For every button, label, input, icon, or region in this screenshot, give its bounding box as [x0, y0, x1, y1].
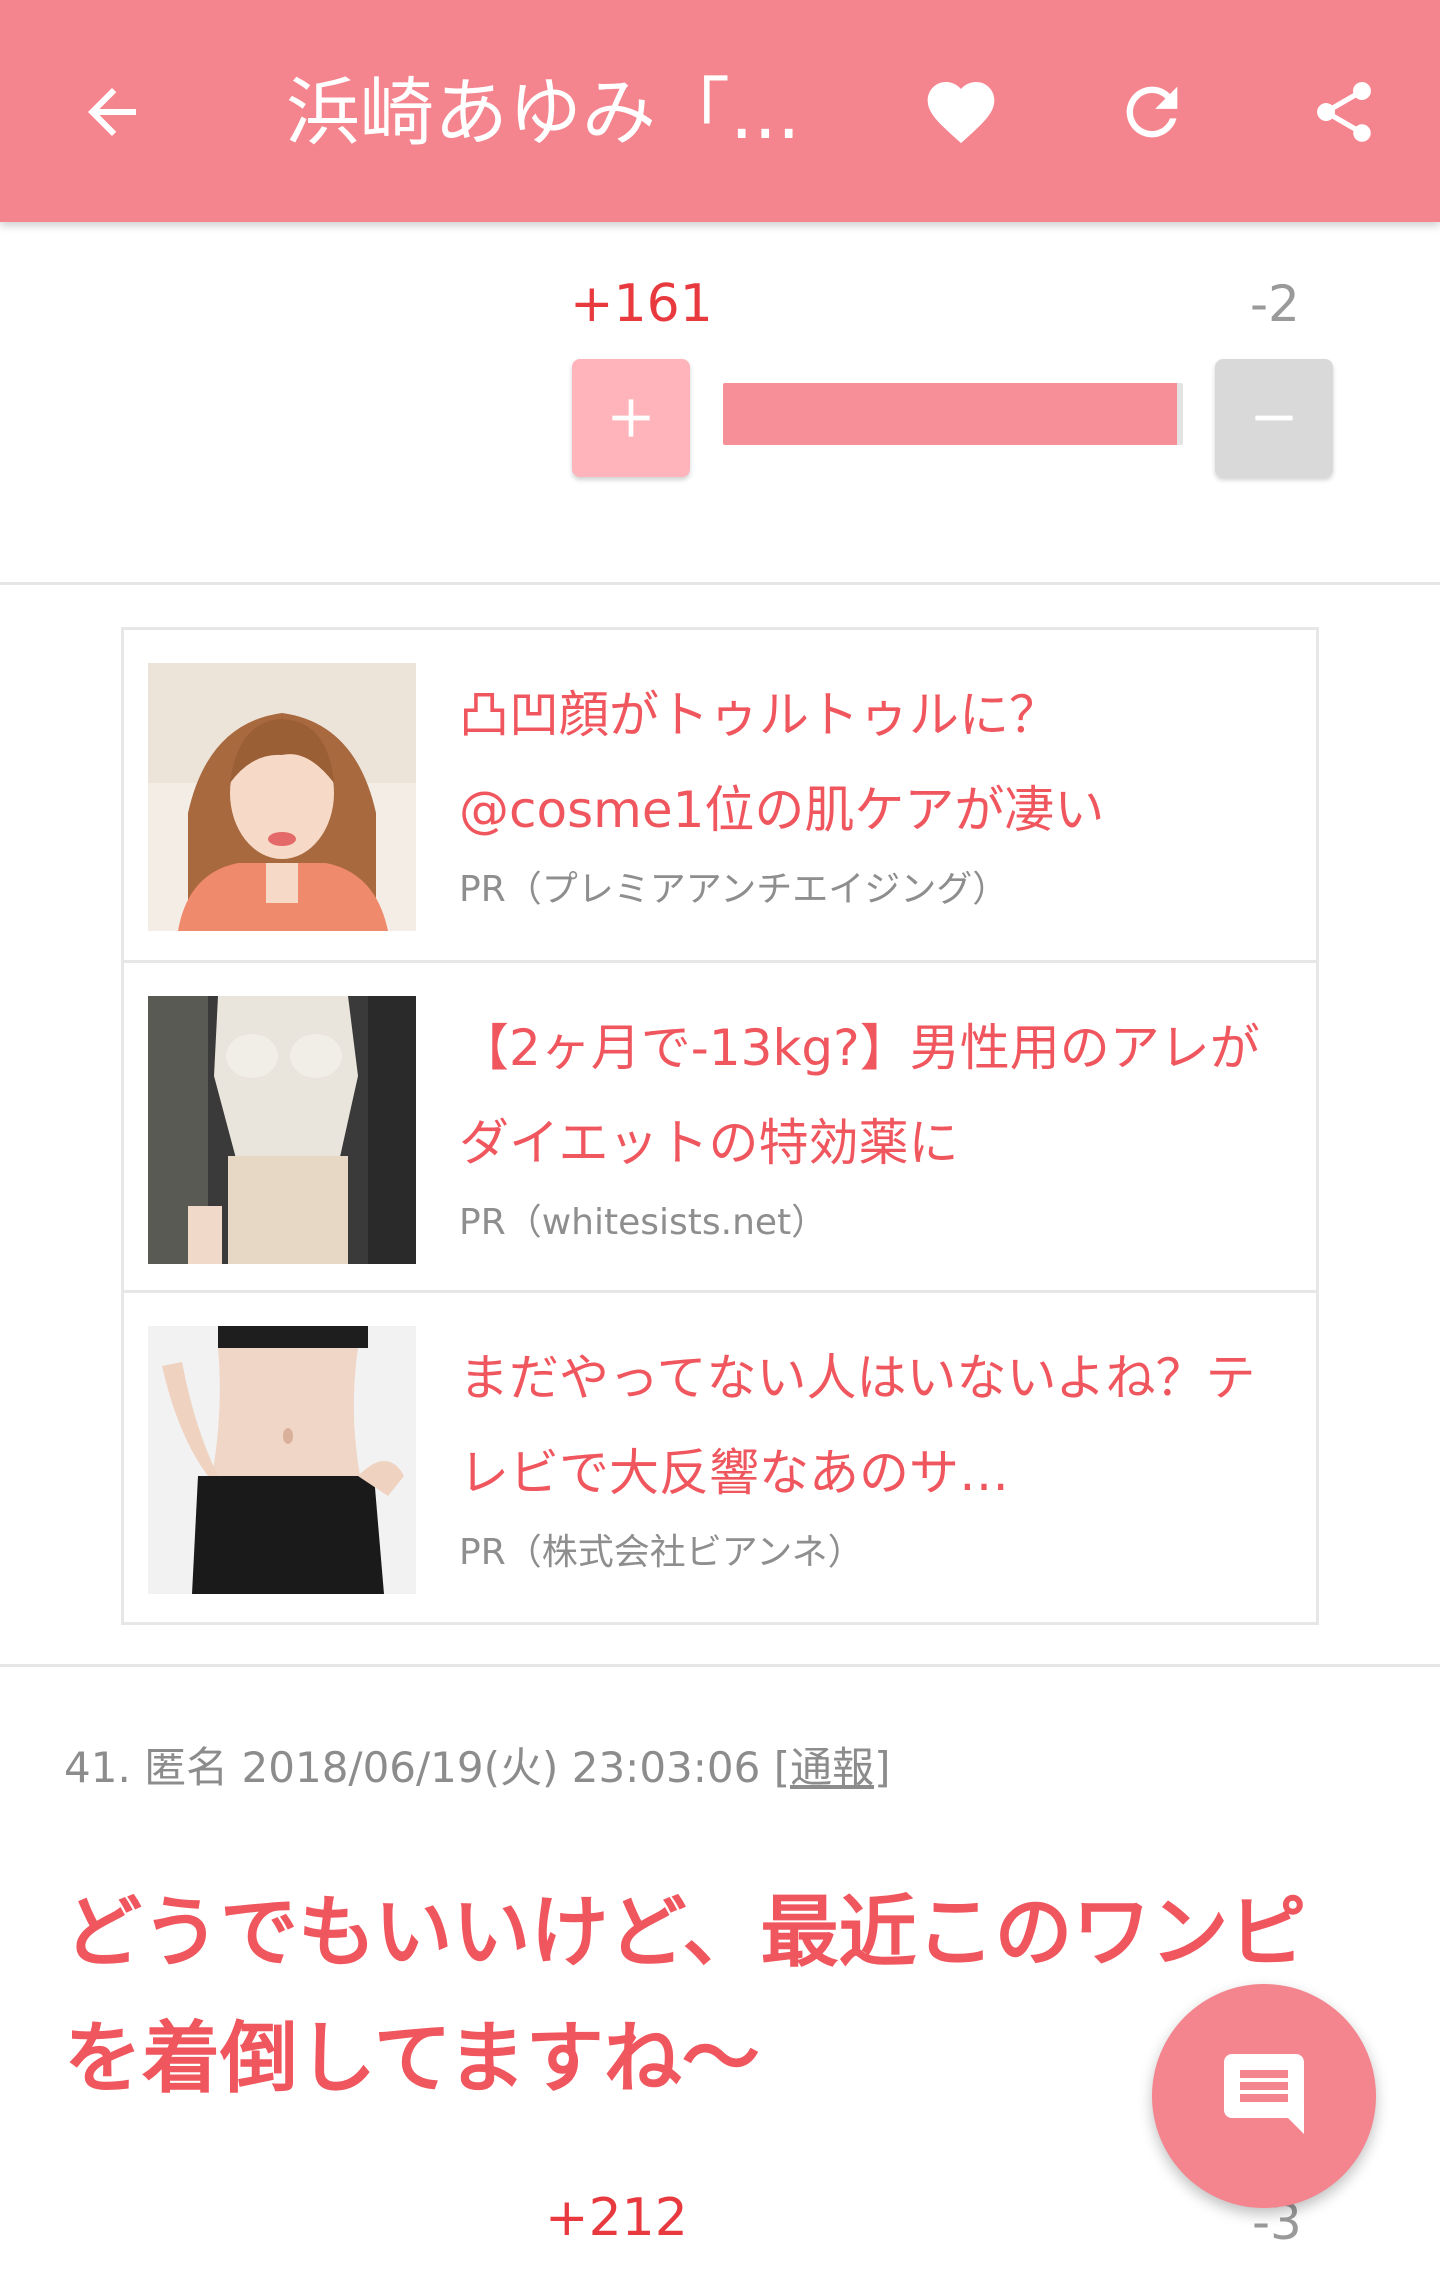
ad-item[interactable]: 【2ヶ月で-13kg?】男性用のアレがダイエットの特効薬に PR（whitesi… — [124, 960, 1316, 1290]
vote-ratio-fill — [723, 383, 1178, 445]
minus-count: -2 — [1250, 275, 1300, 333]
ad-thumbnail[interactable] — [148, 663, 416, 931]
report-link[interactable]: [通報] — [774, 1743, 891, 1792]
ad-source: PR（プレミアアンチエイジング） — [459, 869, 1009, 910]
comment-icon — [1216, 2046, 1312, 2146]
ad-list: 凸凹顔がトゥルトゥルに？@cosme1位の肌ケアが凄い PR（プレミアアンチエイ… — [121, 627, 1319, 1625]
plus-count: +161 — [570, 274, 713, 334]
comment-meta: 41. 匿名 2018/06/19(火) 23:03:06 [通報] — [64, 1736, 891, 1800]
heart-icon[interactable] — [913, 64, 1009, 160]
share-icon[interactable] — [1296, 64, 1392, 160]
plus-vote-button[interactable] — [572, 359, 690, 477]
section-divider — [0, 1664, 1440, 1667]
ad-title[interactable]: 凸凹顔がトゥルトゥルに？@cosme1位の肌ケアが凄い — [459, 668, 1279, 858]
page-title: 浜崎あゆみ「... — [286, 70, 801, 156]
plus-count: +212 — [545, 2188, 688, 2248]
arrow-left-icon[interactable] — [64, 64, 160, 160]
comment-timestamp: 2018/06/19(火) 23:03:06 — [241, 1743, 761, 1792]
ad-thumbnail[interactable] — [148, 996, 416, 1264]
ad-title[interactable]: 【2ヶ月で-13kg?】男性用のアレがダイエットの特効薬に — [459, 1001, 1279, 1191]
ad-item[interactable]: 凸凹顔がトゥルトゥルに？@cosme1位の肌ケアが凄い PR（プレミアアンチエイ… — [124, 630, 1316, 960]
comment-fab[interactable] — [1152, 1984, 1376, 2208]
ad-source: PR（whitesists.net） — [459, 1202, 828, 1243]
minus-vote-button[interactable] — [1215, 359, 1333, 477]
ad-item[interactable]: まだやってない人はいないよね？テレビで大反響なあのサ… PR（株式会社ビアンネ） — [124, 1290, 1316, 1620]
section-divider — [0, 582, 1440, 585]
app-header: 浜崎あゆみ「... — [0, 0, 1440, 222]
comment-author: 匿名 — [144, 1743, 229, 1792]
vote-ratio-bar — [723, 383, 1183, 445]
refresh-icon[interactable] — [1104, 64, 1200, 160]
ad-thumbnail[interactable] — [148, 1326, 416, 1594]
ad-source: PR（株式会社ビアンネ） — [459, 1532, 864, 1573]
comment-number: 41. — [64, 1743, 131, 1792]
ad-title[interactable]: まだやってない人はいないよね？テレビで大反響なあのサ… — [459, 1331, 1279, 1521]
